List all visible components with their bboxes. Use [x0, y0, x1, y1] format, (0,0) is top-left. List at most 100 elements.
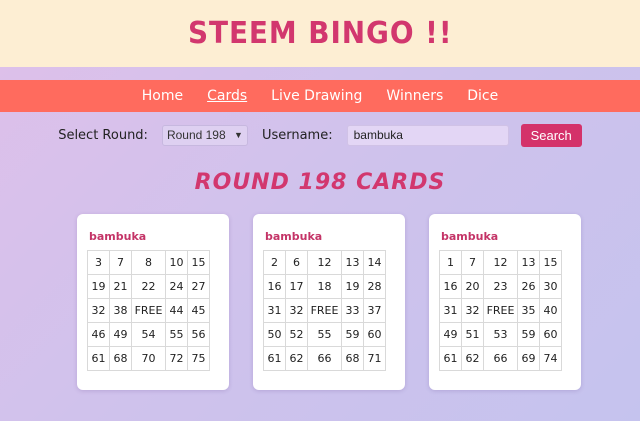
- bingo-cell: 45: [188, 299, 210, 323]
- bingo-cell: 59: [342, 323, 364, 347]
- bingo-cell: 20: [462, 275, 484, 299]
- bingo-cell: 26: [518, 275, 540, 299]
- bingo-cell: 7: [110, 251, 132, 275]
- bingo-cell: 53: [484, 323, 518, 347]
- bingo-cell: 32: [286, 299, 308, 323]
- bingo-cell: 61: [264, 347, 286, 371]
- nav-live-drawing[interactable]: Live Drawing: [271, 88, 362, 104]
- bingo-cell: 16: [264, 275, 286, 299]
- bingo-cell: 54: [132, 323, 166, 347]
- round-select[interactable]: Round 198 ▼: [161, 124, 248, 146]
- bingo-cell: 49: [440, 323, 462, 347]
- bingo-cell: 61: [440, 347, 462, 371]
- bingo-cell: 68: [342, 347, 364, 371]
- bingo-cell: 21: [110, 275, 132, 299]
- bingo-cell: 24: [166, 275, 188, 299]
- cards-container: bambuka 3 7 8 10 15 19 21 22 24 27 32 38 FREE 44 45 46 4…: [0, 214, 640, 390]
- search-button[interactable]: Search: [520, 123, 582, 147]
- bingo-cell: 19: [88, 275, 110, 299]
- bingo-cell: 18: [308, 275, 342, 299]
- bingo-cell: 1: [440, 251, 462, 275]
- site-header: STEEM BINGO !!: [0, 0, 640, 67]
- nav-dice[interactable]: Dice: [467, 88, 498, 104]
- bingo-cell: 59: [518, 323, 540, 347]
- bingo-cell: 32: [462, 299, 484, 323]
- chevron-down-icon: ▼: [234, 130, 243, 140]
- card-username: bambuka: [89, 230, 147, 243]
- bingo-cell: 68: [110, 347, 132, 371]
- bingo-grid: 3 7 8 10 15 19 21 22 24 27 32 38 FREE 44 45 46 49 54 55 56 6…: [87, 250, 210, 371]
- bingo-grid: 1 7 12 13 15 16 20 23 26 30 31 32 FREE 35 40 49 51 53 59 60…: [439, 250, 562, 371]
- bingo-cell: FREE: [132, 299, 166, 323]
- bingo-grid: 2 6 12 13 14 16 17 18 19 28 31 32 FREE 33 37 50 52 55 59 60…: [263, 250, 386, 371]
- bingo-cell: 13: [342, 251, 364, 275]
- bingo-cell: 31: [264, 299, 286, 323]
- bingo-cell: 62: [462, 347, 484, 371]
- bingo-cell: 15: [188, 251, 210, 275]
- site-title: STEEM BINGO !!: [187, 16, 453, 51]
- bingo-cell: 70: [132, 347, 166, 371]
- bingo-cell: 55: [308, 323, 342, 347]
- bingo-card: bambuka 3 7 8 10 15 19 21 22 24 27 32 38 FREE 44 45 46 4…: [77, 214, 229, 390]
- username-input[interactable]: bambuka: [346, 124, 509, 146]
- bingo-cell: 46: [88, 323, 110, 347]
- bingo-cell: 30: [540, 275, 562, 299]
- bingo-cell: 66: [484, 347, 518, 371]
- bingo-cell: 12: [308, 251, 342, 275]
- bingo-cell: 66: [308, 347, 342, 371]
- bingo-cell: 40: [540, 299, 562, 323]
- bingo-card: bambuka 2 6 12 13 14 16 17 18 19 28 31 32 FREE 33 37 50…: [253, 214, 405, 390]
- bingo-cell: 44: [166, 299, 188, 323]
- bingo-cell: 19: [342, 275, 364, 299]
- bingo-cell: 22: [132, 275, 166, 299]
- main-nav: Home Cards Live Drawing Winners Dice: [0, 80, 640, 112]
- bingo-cell: 23: [484, 275, 518, 299]
- bingo-cell: 74: [540, 347, 562, 371]
- bingo-cell: FREE: [308, 299, 342, 323]
- nav-cards[interactable]: Cards: [207, 88, 247, 104]
- bingo-cell: 6: [286, 251, 308, 275]
- username-value: bambuka: [353, 128, 403, 142]
- bingo-cell: 60: [540, 323, 562, 347]
- bingo-cell: 38: [110, 299, 132, 323]
- bingo-cell: 72: [166, 347, 188, 371]
- round-select-value: Round 198: [166, 128, 226, 142]
- nav-winners[interactable]: Winners: [386, 88, 443, 104]
- bingo-cell: 3: [88, 251, 110, 275]
- bingo-cell: 51: [462, 323, 484, 347]
- bingo-cell: 61: [88, 347, 110, 371]
- bingo-cell: 69: [518, 347, 540, 371]
- bingo-cell: 50: [264, 323, 286, 347]
- bingo-cell: 15: [540, 251, 562, 275]
- bingo-cell: 55: [166, 323, 188, 347]
- bingo-cell: 16: [440, 275, 462, 299]
- search-controls: Select Round: Round 198 ▼ Username: bamb…: [0, 123, 640, 147]
- bingo-cell: 52: [286, 323, 308, 347]
- bingo-cell: 32: [88, 299, 110, 323]
- bingo-cell: 8: [132, 251, 166, 275]
- bingo-cell: 71: [364, 347, 386, 371]
- bingo-cell: 14: [364, 251, 386, 275]
- bingo-cell: 28: [364, 275, 386, 299]
- bingo-cell: 56: [188, 323, 210, 347]
- bingo-card: bambuka 1 7 12 13 15 16 20 23 26 30 31 32 FREE 35 40 49…: [429, 214, 581, 390]
- bingo-cell: 17: [286, 275, 308, 299]
- bingo-cell: 12: [484, 251, 518, 275]
- bingo-cell: 49: [110, 323, 132, 347]
- round-label: Select Round:: [58, 127, 148, 143]
- card-username: bambuka: [441, 230, 499, 243]
- bingo-cell: 60: [364, 323, 386, 347]
- bingo-cell: 10: [166, 251, 188, 275]
- bingo-cell: 62: [286, 347, 308, 371]
- bingo-cell: 31: [440, 299, 462, 323]
- bingo-cell: 35: [518, 299, 540, 323]
- round-title: ROUND 198 CARDS: [194, 170, 446, 195]
- bingo-cell: 75: [188, 347, 210, 371]
- bingo-cell: 33: [342, 299, 364, 323]
- bingo-cell: FREE: [484, 299, 518, 323]
- bingo-cell: 13: [518, 251, 540, 275]
- bingo-cell: 2: [264, 251, 286, 275]
- bingo-cell: 7: [462, 251, 484, 275]
- nav-home[interactable]: Home: [142, 88, 183, 104]
- username-label: Username:: [261, 127, 333, 143]
